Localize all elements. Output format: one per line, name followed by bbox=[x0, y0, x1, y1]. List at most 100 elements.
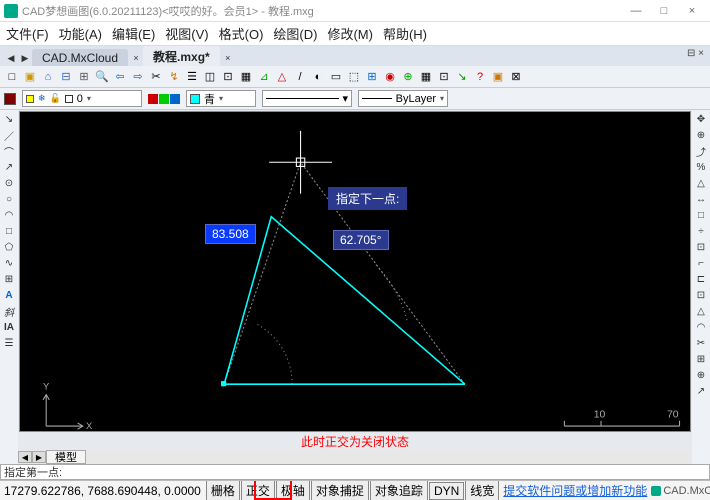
tool-circle-icon[interactable]: ○ bbox=[2, 192, 16, 206]
toolbar-new-icon[interactable]: □ bbox=[4, 69, 20, 85]
mod-chamfer-icon[interactable]: △ bbox=[694, 304, 708, 318]
toolbar-print-icon[interactable]: ⊞ bbox=[76, 69, 92, 85]
toolbar-save-icon[interactable]: ⌂ bbox=[40, 69, 56, 85]
tool-hatch-icon[interactable]: ⊞ bbox=[2, 272, 16, 286]
toolbar-line-icon[interactable]: / bbox=[292, 69, 308, 85]
color-red[interactable] bbox=[148, 94, 158, 104]
toggle-dyn[interactable]: DYN bbox=[429, 482, 464, 500]
tab-model[interactable]: 模型 bbox=[46, 450, 86, 464]
mod-extend-icon[interactable]: ⊏ bbox=[694, 272, 708, 286]
toolbar-array-icon[interactable]: ⊞ bbox=[364, 69, 380, 85]
layer-dropdown[interactable]: ❄ 🔓 0 ▾ bbox=[22, 90, 142, 107]
toolbar-block-icon[interactable]: ◫ bbox=[202, 69, 218, 85]
menu-view[interactable]: 视图(V) bbox=[165, 24, 208, 43]
mod-trim-icon[interactable]: ⌐ bbox=[694, 256, 708, 270]
menu-modify[interactable]: 修改(M) bbox=[327, 24, 373, 43]
tool-arc-icon[interactable]: ⌒ bbox=[2, 144, 16, 158]
tab-tutorial-close[interactable]: × bbox=[221, 50, 235, 66]
mod-scale-icon[interactable]: % bbox=[694, 160, 708, 174]
toolbar-layers-icon[interactable]: ☰ bbox=[184, 69, 200, 85]
mod-offset-icon[interactable]: □ bbox=[694, 208, 708, 222]
tool-polygon-icon[interactable]: ⬠ bbox=[2, 240, 16, 254]
tool-spline-icon[interactable]: ∿ bbox=[2, 256, 16, 270]
feedback-link[interactable]: 提交软件问题或增加新功能 bbox=[503, 482, 647, 499]
mod-align-icon[interactable]: ⊕ bbox=[694, 368, 708, 382]
toolbar-target-icon[interactable]: ◉ bbox=[382, 69, 398, 85]
tabs-controls[interactable]: ⊟ × bbox=[687, 48, 704, 59]
tool-mtext-icon[interactable]: IA bbox=[2, 320, 16, 334]
toggle-osnap[interactable]: 对象捕捉 bbox=[311, 480, 369, 500]
mod-break-icon[interactable]: ÷ bbox=[694, 224, 708, 238]
mod-stretch-icon[interactable]: ↔ bbox=[694, 192, 708, 206]
toggle-polar[interactable]: 极轴 bbox=[276, 480, 310, 500]
toolbar-saveas-icon[interactable]: ⊟ bbox=[58, 69, 74, 85]
menu-help[interactable]: 帮助(H) bbox=[383, 24, 427, 43]
tabs-next[interactable]: ▶ bbox=[18, 50, 32, 66]
toolbar-prop-icon[interactable]: ⊡ bbox=[220, 69, 236, 85]
maximize-button[interactable]: □ bbox=[650, 2, 678, 20]
toolbar-dim-icon[interactable]: ⊿ bbox=[256, 69, 272, 85]
mod-copy-icon[interactable]: ⊕ bbox=[694, 128, 708, 142]
tabs-prev[interactable]: ◀ bbox=[4, 50, 18, 66]
mod-explode-icon[interactable]: ⊡ bbox=[694, 288, 708, 302]
tool-arc2-icon[interactable]: ◠ bbox=[2, 208, 16, 222]
mod-cut-icon[interactable]: ✂ bbox=[694, 336, 708, 350]
color-blue[interactable] bbox=[170, 94, 180, 104]
toolbar-grid-icon[interactable]: ▦ bbox=[238, 69, 254, 85]
toggle-lwt[interactable]: 线宽 bbox=[465, 480, 499, 500]
mod-move-icon[interactable]: ✥ bbox=[694, 112, 708, 126]
close-button[interactable]: × bbox=[678, 2, 706, 20]
toolbar-table-icon[interactable]: ▦ bbox=[418, 69, 434, 85]
drawing-canvas[interactable]: Y X 10 70 83.508 62.705° 指定下一点: bbox=[19, 111, 691, 432]
toolbar-dash-icon[interactable]: ⬚ bbox=[346, 69, 362, 85]
toggle-otrack[interactable]: 对象追踪 bbox=[370, 480, 428, 500]
tool-italic-icon[interactable]: 斜 bbox=[2, 304, 16, 318]
minimize-button[interactable]: — bbox=[622, 2, 650, 20]
color-green[interactable] bbox=[159, 94, 169, 104]
mod-array-icon[interactable]: ⊞ bbox=[694, 352, 708, 366]
toolbar-tri-icon[interactable]: △ bbox=[274, 69, 290, 85]
menu-file[interactable]: 文件(F) bbox=[6, 24, 49, 43]
toolbar-arrow-icon[interactable]: ↘ bbox=[454, 69, 470, 85]
mod-leader-icon[interactable]: ↗ bbox=[694, 384, 708, 398]
toolbar-zoom-icon[interactable]: 🔍 bbox=[94, 69, 110, 85]
modeltab-next[interactable]: ▶ bbox=[32, 451, 46, 463]
menu-edit[interactable]: 编辑(E) bbox=[112, 24, 155, 43]
tab-tutorial[interactable]: 教程.mxg* bbox=[143, 46, 220, 66]
tool-rect-icon[interactable]: □ bbox=[2, 224, 16, 238]
toolbar-help-icon[interactable]: ? bbox=[472, 69, 488, 85]
toolbar-cut-icon[interactable]: ✂ bbox=[148, 69, 164, 85]
lineweight-dropdown[interactable]: ▾ bbox=[262, 90, 352, 107]
modeltab-prev[interactable]: ◀ bbox=[18, 451, 32, 463]
tool-donut-icon[interactable]: ⊙ bbox=[2, 176, 16, 190]
toolbar-plus-icon[interactable]: ⊕ bbox=[400, 69, 416, 85]
tool-ray-icon[interactable]: ↗ bbox=[2, 160, 16, 174]
menu-function[interactable]: 功能(A) bbox=[59, 24, 102, 43]
toolbar-match-icon[interactable]: ↯ bbox=[166, 69, 182, 85]
toolbar-img-icon[interactable]: ▣ bbox=[490, 69, 506, 85]
tool-text-icon[interactable]: A bbox=[2, 288, 16, 302]
toggle-ortho[interactable]: 正交 bbox=[241, 480, 275, 500]
toolbar-rect-icon[interactable]: ▭ bbox=[328, 69, 344, 85]
tool-pointer-icon[interactable]: ↘ bbox=[2, 112, 16, 126]
toggle-grid[interactable]: 栅格 bbox=[206, 480, 240, 500]
mod-join-icon[interactable]: ⊡ bbox=[694, 240, 708, 254]
tool-list-icon[interactable]: ☰ bbox=[2, 336, 16, 350]
mod-fillet-icon[interactable]: ◠ bbox=[694, 320, 708, 334]
toolbar-undo-icon[interactable]: ⇦ bbox=[112, 69, 128, 85]
toolbar-box2-icon[interactable]: ⊡ bbox=[436, 69, 452, 85]
toolbar-open-icon[interactable]: ▣ bbox=[22, 69, 38, 85]
toolbar-redo-icon[interactable]: ⇨ bbox=[130, 69, 146, 85]
linetype-dropdown[interactable]: ByLayer ▾ bbox=[358, 90, 448, 107]
tool-line-icon[interactable]: ／ bbox=[2, 128, 16, 142]
menu-format[interactable]: 格式(O) bbox=[219, 24, 264, 43]
toolbar-fill-icon[interactable]: ⊠ bbox=[508, 69, 524, 85]
menu-draw[interactable]: 绘图(D) bbox=[273, 24, 317, 43]
command-line[interactable]: 指定第一点: bbox=[0, 464, 710, 480]
mod-mirror-icon[interactable]: △ bbox=[694, 176, 708, 190]
toolbar-half-icon[interactable]: ◐ bbox=[310, 69, 326, 85]
mod-rotate-icon[interactable]: ⤴ bbox=[694, 144, 708, 158]
color-dropdown[interactable]: 青 ▾ bbox=[186, 90, 256, 107]
tab-cloud[interactable]: CAD.MxCloud bbox=[32, 49, 128, 66]
tab-cloud-close[interactable]: × bbox=[129, 50, 143, 66]
